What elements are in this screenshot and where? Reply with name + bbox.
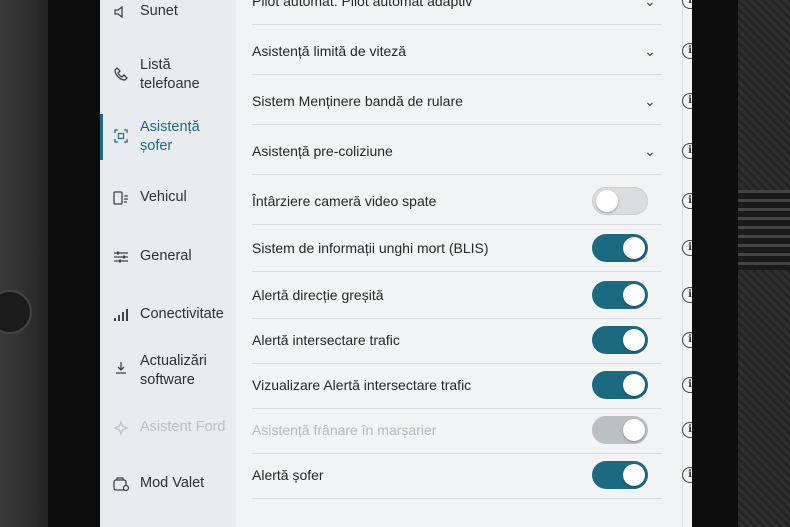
sidebar-item-label: Actualizări software: [140, 353, 207, 388]
sidebar-item-sound[interactable]: Sunet: [100, 2, 236, 21]
sidebar-item-label: Listă telefoane: [140, 57, 200, 92]
setting-label: Alertă șofer: [252, 467, 324, 483]
info-icon[interactable]: i: [682, 287, 692, 303]
info-icon[interactable]: i: [682, 377, 692, 393]
setting-row-rear-camera-delay[interactable]: Întârziere cameră video spate i: [252, 178, 692, 225]
sliders-icon: [106, 249, 136, 265]
setting-row-cross-traffic-alert[interactable]: Alertă intersectare trafic i: [252, 317, 692, 364]
valet-icon: [106, 476, 136, 492]
sidebar-item-label: Asistență șofer: [140, 119, 200, 154]
sidebar-item-software-updates[interactable]: Actualizări software: [100, 352, 236, 390]
setting-row-lane-keeping[interactable]: Sistem Menținere bandă de rulare ⌄ i: [252, 78, 692, 125]
download-icon: [106, 360, 136, 376]
setting-label: Asistență frânare în marșarier: [252, 422, 437, 438]
setting-label: Sistem de informații unghi mort (BLIS): [252, 240, 489, 256]
setting-row-reverse-brake-assist: Asistență frânare în marșarier i: [252, 407, 692, 454]
sidebar-item-label: Sunet: [140, 3, 178, 19]
info-icon[interactable]: i: [682, 193, 692, 209]
speaker-icon: [106, 4, 136, 20]
chevron-down-icon[interactable]: ⌄: [638, 43, 662, 60]
toggle-knob: [623, 329, 645, 351]
driver-assist-settings: Pilot automat: Pilot automat adaptiv ⌄ i…: [236, 0, 692, 527]
info-icon[interactable]: i: [682, 43, 692, 59]
cross-traffic-view-toggle[interactable]: [592, 371, 648, 399]
settings-sidebar: Sunet Listă telefoane Asistență șofer Ve…: [100, 0, 237, 527]
sidebar-item-valet-mode[interactable]: Mod Valet: [100, 474, 236, 493]
setting-row-cruise-control[interactable]: Pilot automat: Pilot automat adaptiv ⌄ i: [252, 0, 692, 25]
setting-label: Asistență limită de viteză: [252, 43, 407, 59]
control-knob[interactable]: [0, 290, 32, 334]
toggle-knob: [623, 374, 645, 396]
info-icon[interactable]: i: [682, 93, 692, 109]
cross-traffic-alert-toggle[interactable]: [592, 326, 648, 354]
sidebar-item-ford-assistant: Asistent Ford: [100, 418, 236, 437]
info-icon[interactable]: i: [682, 143, 692, 159]
setting-label: Sistem Menținere bandă de rulare: [252, 93, 463, 109]
sidebar-item-driver-assist[interactable]: Asistență șofer: [100, 114, 236, 160]
info-icon[interactable]: i: [682, 332, 692, 348]
setting-label: Întârziere cameră video spate: [252, 193, 437, 209]
info-icon[interactable]: i: [682, 0, 692, 9]
toggle-knob: [623, 284, 645, 306]
sidebar-item-connectivity[interactable]: Conectivitate: [100, 305, 236, 324]
setting-row-driver-alert[interactable]: Alertă șofer i: [252, 452, 692, 499]
blis-toggle[interactable]: [592, 234, 648, 262]
driver-alert-toggle[interactable]: [592, 461, 648, 489]
setting-label: Asistență pre-coliziune: [252, 143, 393, 159]
sidebar-item-general[interactable]: General: [100, 247, 236, 266]
reverse-brake-assist-toggle: [592, 416, 648, 444]
sidebar-item-label: Asistent Ford: [140, 419, 226, 435]
rear-camera-delay-toggle[interactable]: [592, 187, 648, 215]
setting-row-speed-limit-assist[interactable]: Asistență limită de viteză ⌄ i: [252, 28, 692, 75]
infotainment-screen: Sunet Listă telefoane Asistență șofer Ve…: [100, 0, 692, 527]
sidebar-item-phone-list[interactable]: Listă telefoane: [100, 56, 236, 94]
info-icon[interactable]: i: [682, 422, 692, 438]
setting-row-pre-collision[interactable]: Asistență pre-coliziune ⌄ i: [252, 128, 692, 175]
sidebar-item-label: Mod Valet: [140, 475, 205, 491]
setting-row-blis[interactable]: Sistem de informații unghi mort (BLIS) i: [252, 225, 692, 272]
chevron-down-icon[interactable]: ⌄: [638, 0, 662, 10]
sidebar-item-label: Conectivitate: [140, 306, 224, 322]
setting-row-wrong-way-alert[interactable]: Alertă direcție greșită i: [252, 272, 692, 319]
signal-icon: [106, 308, 136, 322]
chevron-down-icon[interactable]: ⌄: [638, 93, 662, 110]
setting-label: Vizualizare Alertă intersectare trafic: [252, 377, 472, 393]
info-icon[interactable]: i: [682, 467, 692, 483]
toggle-knob: [623, 464, 645, 486]
wrong-way-alert-toggle[interactable]: [592, 281, 648, 309]
info-column-divider: [682, 0, 683, 527]
toggle-knob: [623, 419, 645, 441]
info-icon[interactable]: i: [682, 240, 692, 256]
chevron-down-icon[interactable]: ⌄: [638, 143, 662, 160]
assistant-icon: [106, 419, 136, 436]
sidebar-item-label: General: [140, 248, 192, 264]
sidebar-item-vehicle[interactable]: Vehicul: [100, 188, 236, 207]
setting-label: Pilot automat: Pilot automat adaptiv: [252, 0, 473, 9]
vehicle-icon: [106, 190, 136, 206]
driver-assist-icon: [106, 128, 136, 144]
toggle-knob: [623, 237, 645, 259]
sidebar-item-label: Vehicul: [140, 189, 187, 205]
phone-icon: [106, 66, 136, 82]
toggle-knob: [596, 190, 618, 212]
setting-row-cross-traffic-view[interactable]: Vizualizare Alertă intersectare trafic i: [252, 362, 692, 409]
setting-label: Alertă intersectare trafic: [252, 332, 400, 348]
setting-label: Alertă direcție greșită: [252, 287, 384, 303]
